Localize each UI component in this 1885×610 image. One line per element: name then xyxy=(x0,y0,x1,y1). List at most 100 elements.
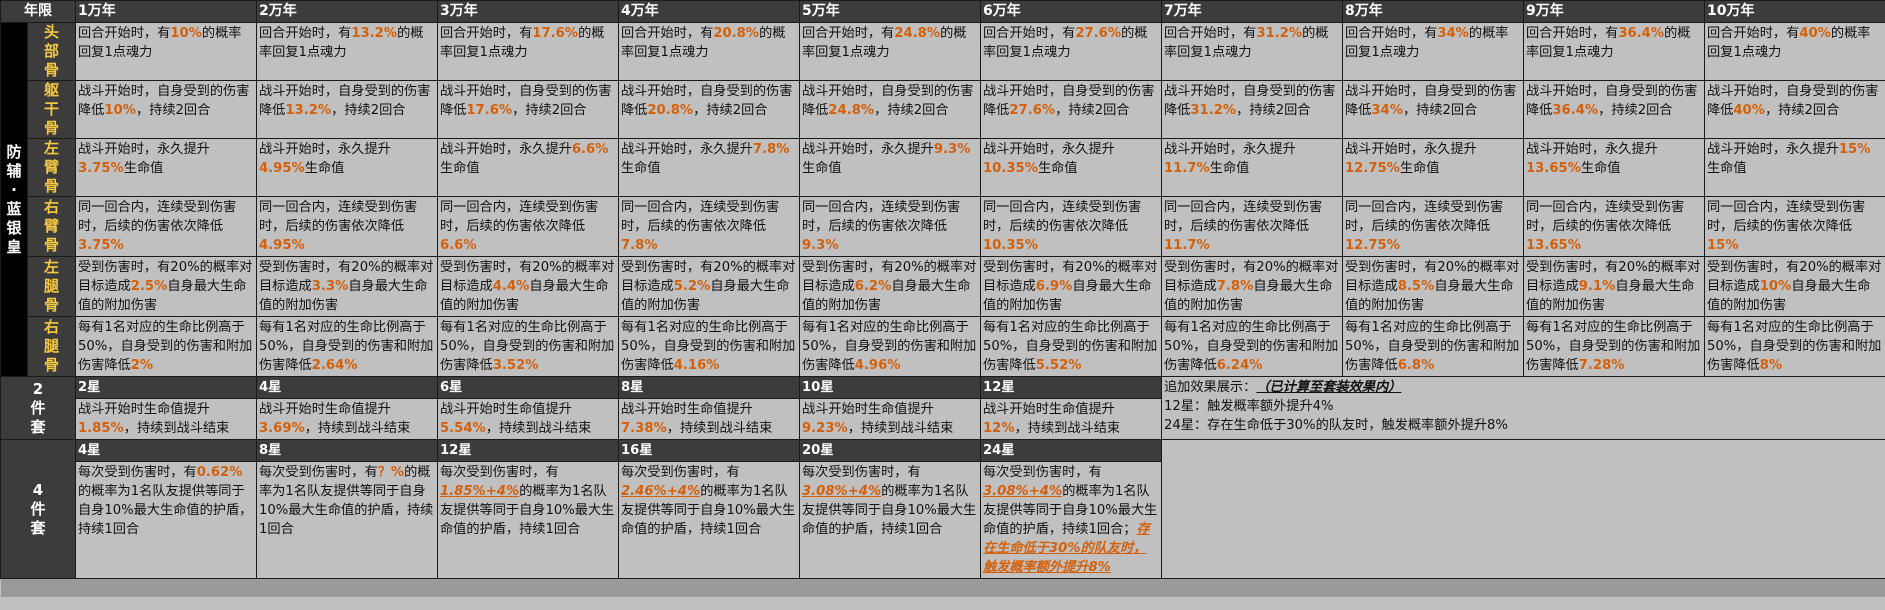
effect-value: 6.9% xyxy=(1035,279,1073,294)
set4-label-text: 4件套 xyxy=(30,480,46,537)
effect-cell: 每有1名对应的生命比例高于50%，自身受到的伤害和附加伤害降低4.16% xyxy=(618,316,800,377)
effect-cell: 每有1名对应的生命比例高于50%，自身受到的伤害和附加伤害降低6.8% xyxy=(1342,316,1524,377)
effect-text: 同一回合内，连续受到伤害时，后续的伤害依次降低 xyxy=(1345,200,1504,234)
character-label-text: 防辅·蓝银皇 xyxy=(6,142,22,256)
set2-effect-text: 战斗开始时生命值提升 xyxy=(802,402,934,417)
effect-cell: 回合开始时，有17.6%的概率回复1点魂力 xyxy=(437,22,619,81)
effect-cell: 战斗开始时，自身受到的伤害降低20.8%，持续2回合 xyxy=(618,80,800,139)
effect-value: 10.35% xyxy=(983,238,1038,253)
effect-cell: 战斗开始时，永久提升 10.35%生命值 xyxy=(980,138,1162,197)
effect-cell: 回合开始时，有40%的概率回复1点魂力 xyxy=(1704,22,1885,81)
set2-effect-text: 战斗开始时生命值提升 xyxy=(983,402,1115,417)
bone-part-label: 左臂骨 xyxy=(27,138,76,197)
effect-value: 17.6% xyxy=(466,103,513,118)
effect-text: 战斗开始时，永久提升 xyxy=(259,142,391,157)
bone-part-name: 右腿骨 xyxy=(43,318,59,374)
effect-value: 5.52% xyxy=(1035,358,1082,373)
effect-text: 同一回合内，连续受到伤害时，后续的伤害依次降低 xyxy=(259,200,418,234)
effect-cell: 回合开始时，有10%的概率回复1点魂力 xyxy=(75,22,257,81)
effect-cell: 回合开始时，有31.2%的概率回复1点魂力 xyxy=(1161,22,1343,81)
effect-text-end: 生命值 xyxy=(621,161,661,176)
effect-value: 17.6% xyxy=(532,26,579,41)
effect-cell: 每有1名对应的生命比例高于50%，自身受到的伤害和附加伤害降低6.24% xyxy=(1161,316,1343,377)
effect-text: 回合开始时，有 xyxy=(621,26,714,41)
effect-value: 10% xyxy=(170,26,202,41)
bone-row: 左臂骨 战斗开始时，永久提升3.75%生命值 战斗开始时，永久提升4.95%生命值战… xyxy=(1,138,1885,197)
effect-text-end: 生命值 xyxy=(1209,161,1250,176)
set2-effect-text-end: ，持续到战斗结束 xyxy=(123,421,230,436)
effect-value: 36.4% xyxy=(1552,103,1599,118)
effect-value: 27.6% xyxy=(1075,26,1122,41)
effect-cell: 同一回合内，连续受到伤害时，后续的伤害依次降低 15% xyxy=(1704,196,1885,257)
bone-part-name: 左臂骨 xyxy=(43,139,59,196)
effect-text: 回合开始时，有 xyxy=(1164,26,1257,41)
set4-effect-value: 0.62% xyxy=(196,465,243,480)
effect-value: 10.35% xyxy=(983,161,1038,176)
set4-effect-value: ？% xyxy=(377,465,405,480)
effect-text-end: 生命值 xyxy=(1037,161,1078,176)
set4-effect-value: 3.08%+4% xyxy=(983,484,1063,499)
effect-text: 同一回合内，连续受到伤害时，后续的伤害依次降低 xyxy=(983,200,1142,234)
effect-text-end: ，持续2回合 xyxy=(1402,103,1478,118)
set4-effect-value: 3.08%+4% xyxy=(802,484,882,499)
effect-value: 24.8% xyxy=(894,26,941,41)
effect-cell: 受到伤害时，有20%的概率对目标造成9.1%自身最大生命值的附加伤害 xyxy=(1523,256,1705,317)
effect-cell: 同一回合内，连续受到伤害时，后续的伤害依次降低 12.75% xyxy=(1342,196,1524,257)
effect-text-end: 生命值 xyxy=(1399,161,1440,176)
effect-cell: 每有1名对应的生命比例高于50%，自身受到的伤害和附加伤害降低8% xyxy=(1704,316,1885,377)
effect-value: 31.2% xyxy=(1190,103,1237,118)
set2-effect-text-end: ，持续到战斗结束 xyxy=(1014,421,1121,436)
effect-value: 11.7% xyxy=(1164,238,1210,253)
effect-value: 7.8% xyxy=(752,142,790,157)
spreadsheet: 年限 1万年 2万年 3万年 4万年 5万年 6万年 7万年 8万年 9万年 10万年 防辅·蓝银皇 头… xyxy=(0,0,1885,610)
effect-text-end: 生命值 xyxy=(304,161,345,176)
effect-cell: 回合开始时，有20.8%的概率回复1点魂力 xyxy=(618,22,800,81)
effect-value: 15% xyxy=(1838,142,1871,157)
effect-value: 8.5% xyxy=(1397,279,1435,294)
bone-part-name: 头部骨 xyxy=(43,23,59,80)
set4-effect-text: 每次受到伤害时，有 xyxy=(78,465,197,480)
effect-value: 3.75% xyxy=(78,238,124,253)
effect-cell: 战斗开始时，自身受到的伤害降低36.4%，持续2回合 xyxy=(1523,80,1705,139)
star-level-header: 16星 xyxy=(618,439,800,462)
effect-cell: 回合开始时，有27.6%的概率回复1点魂力 xyxy=(980,22,1162,81)
effect-cell: 受到伤害时，有20%的概率对目标造成10%自身最大生命值的附加伤害 xyxy=(1704,256,1885,317)
set4-effect-cell: 每次受到伤害时，有？%的概率为1名队友提供等同于自身10%最大生命值的护盾，持续… xyxy=(256,461,438,579)
effect-text: 回合开始时，有 xyxy=(1345,26,1438,41)
effect-cell: 同一回合内，连续受到伤害时，后续的伤害依次降低 7.8% xyxy=(618,196,800,257)
set2-effect-value: 3.69% xyxy=(259,421,305,436)
effect-cell: 战斗开始时，永久提升 4.95%生命值 xyxy=(256,138,438,197)
set2-effect-text: 战斗开始时生命值提升 xyxy=(78,402,210,417)
set2-effect-text: 战斗开始时生命值提升 xyxy=(440,402,572,417)
effect-text-end: 生命值 xyxy=(802,161,842,176)
effect-cell: 战斗开始时，永久提升 13.65%生命值 xyxy=(1523,138,1705,197)
effect-cell: 受到伤害时，有20%的概率对目标造成3.3%自身最大生命值的附加伤害 xyxy=(256,256,438,317)
star-level-header: 24星 xyxy=(980,439,1162,462)
set4-effect-value: 1.85%+4% xyxy=(440,484,520,499)
effect-text: 每有1名对应的生命比例高于50%，自身受到的伤害和附加伤害降低 xyxy=(78,320,253,373)
bone-row: 防辅·蓝银皇 头部骨 回合开始时，有10%的概率回复1点魂力 回合开始时，有13.2%… xyxy=(0,22,1885,377)
year-header: 年限 xyxy=(0,0,76,23)
effect-text-end: ，持续2回合 xyxy=(1236,103,1311,118)
year-column-header: 8万年 xyxy=(1342,0,1524,23)
empty-area xyxy=(1161,439,1885,579)
star-level-header: 8星 xyxy=(256,439,438,462)
effect-cell: 受到伤害时，有20%的概率对目标造成8.5%自身最大生命值的附加伤害 xyxy=(1342,256,1524,317)
effect-cell: 战斗开始时，永久提升 12.75%生命值 xyxy=(1342,138,1524,197)
effect-cell: 回合开始时，有36.4%的概率回复1点魂力 xyxy=(1523,22,1705,81)
effect-cell: 战斗开始时，自身受到的伤害降低34%，持续2回合 xyxy=(1342,80,1524,139)
bone-part-label: 右腿骨 xyxy=(27,316,76,377)
effect-value: 4.95% xyxy=(259,161,305,176)
effect-value: 11.7% xyxy=(1164,161,1210,176)
bone-row: 右臂骨 同一回合内，连续受到伤害时，后续的伤害依次降低3.75% 同一回合内，连续受… xyxy=(1,196,1885,257)
set4-effect-cell: 每次受到伤害时，有3.08%+4%的概率为1名队友提供等同于自身10%最大生命值… xyxy=(980,461,1162,579)
effect-text: 战斗开始时，永久提升 xyxy=(78,142,210,157)
effect-cell: 同一回合内，连续受到伤害时，后续的伤害依次降低 11.7% xyxy=(1161,196,1343,257)
star-level-header: 12星 xyxy=(437,439,619,462)
effect-text: 回合开始时，有 xyxy=(1526,26,1619,41)
effect-value: 4.95% xyxy=(259,238,305,253)
effect-text: 每有1名对应的生命比例高于50%，自身受到的伤害和附加伤害降低 xyxy=(1707,320,1882,373)
effect-value: 10% xyxy=(1759,279,1792,294)
effect-value: 20.8% xyxy=(713,26,760,41)
effect-cell: 战斗开始时，自身受到的伤害降低17.6%，持续2回合 xyxy=(437,80,619,139)
